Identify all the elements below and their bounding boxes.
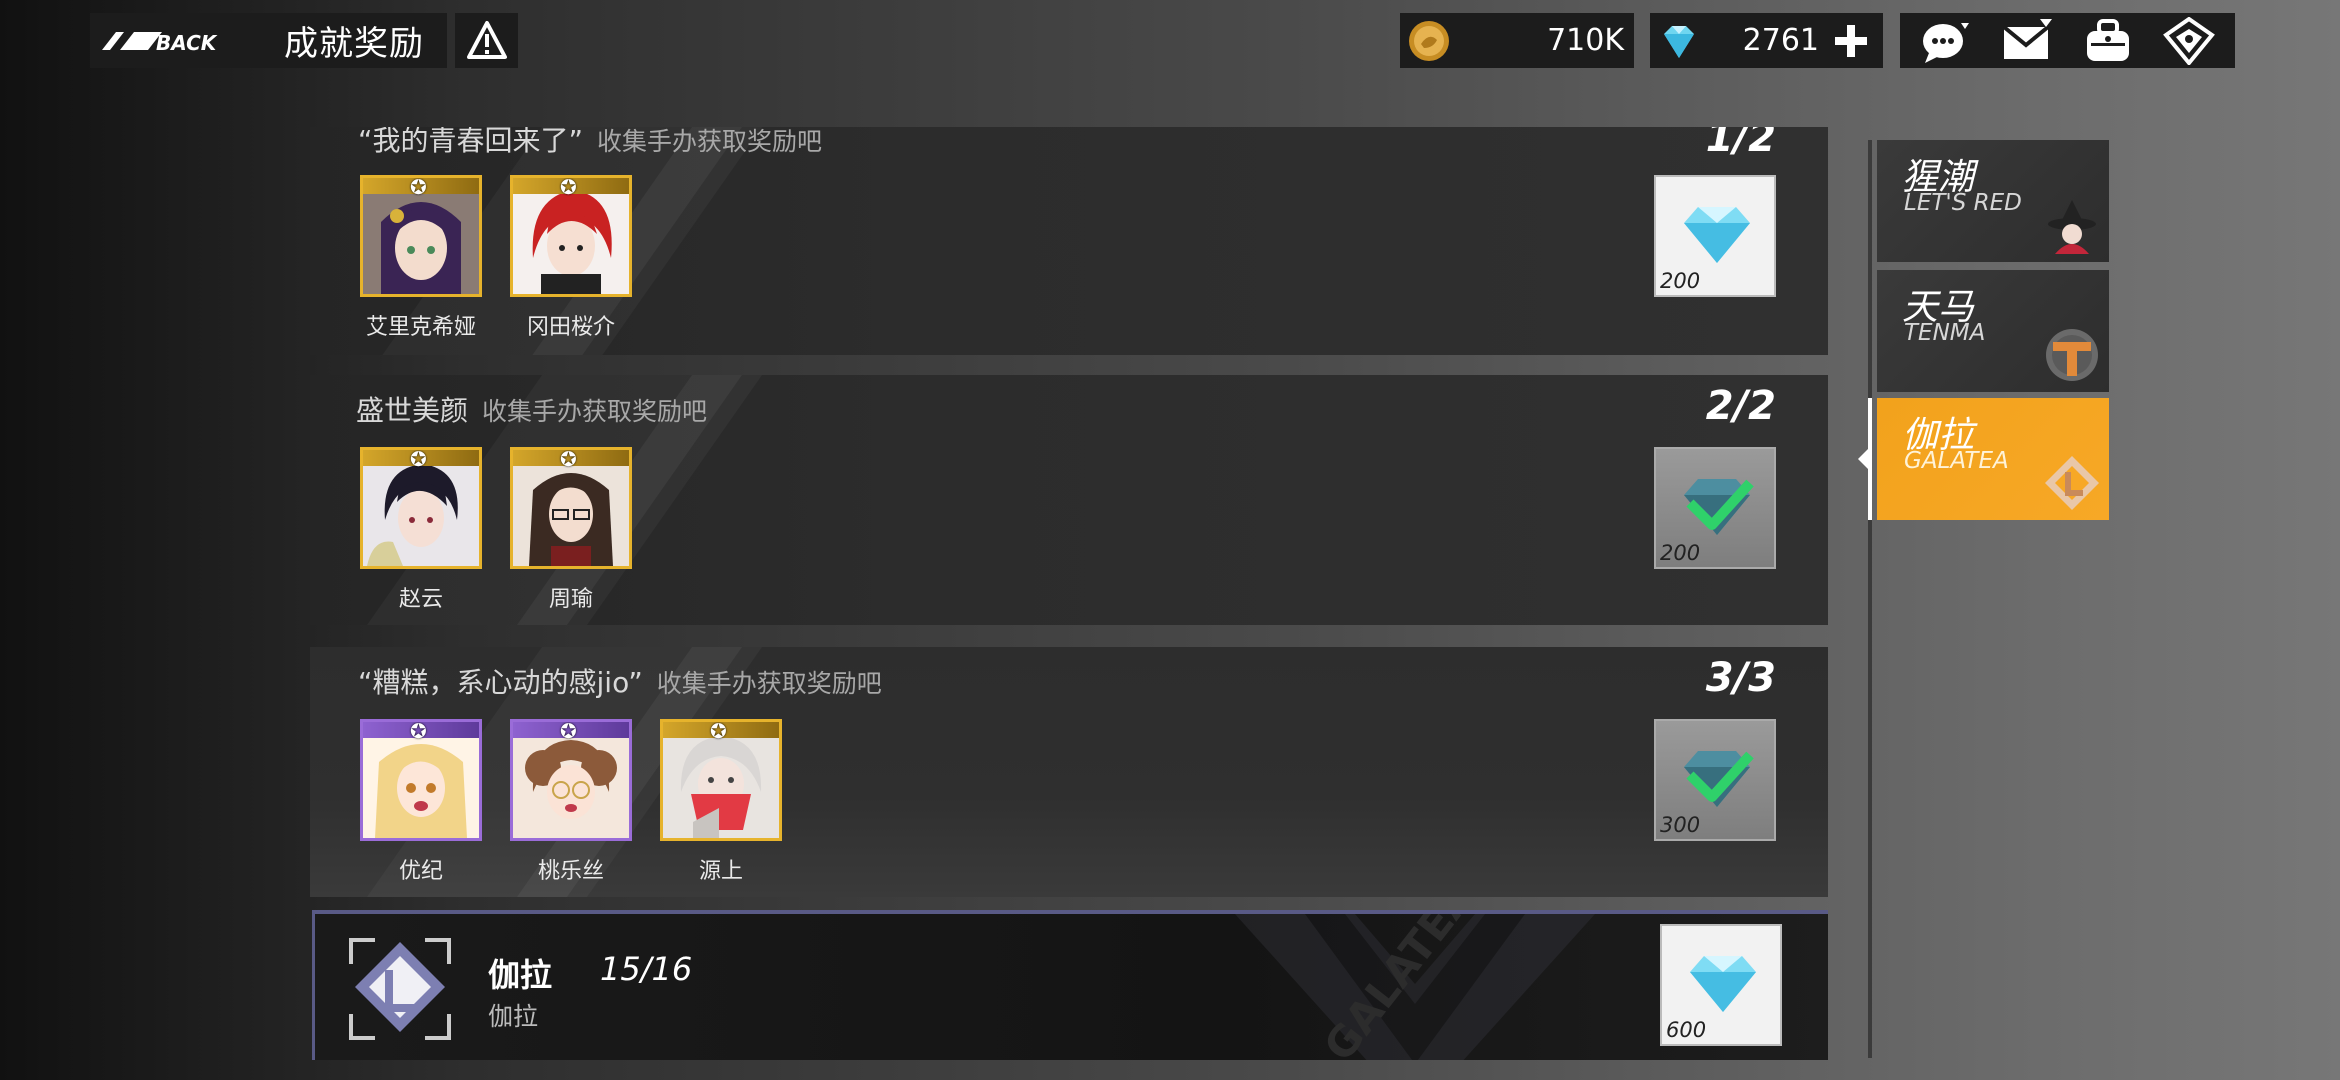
card-title: “我的青春回来了” 收集手办获取奖励吧 — [358, 127, 823, 157]
achievement-card: “糟糕，系心动的感jio” 收集手办获取奖励吧 3/3 ✪ 优纪 ✪ 桃乐丝 ✪… — [310, 647, 1828, 897]
gold-coin-icon — [1409, 20, 1449, 61]
figure-item[interactable]: ✪ 冈田桜介 — [510, 175, 632, 341]
series-subtitle: 伽拉 — [488, 1002, 539, 1031]
figure-portrait: ✪ — [360, 719, 482, 841]
star-icon: ✪ — [710, 719, 727, 743]
reward-box-claimed[interactable]: 200 — [1654, 447, 1776, 569]
gold-currency: 710K — [1400, 13, 1634, 68]
galatea-logo-icon — [2045, 456, 2099, 510]
reward-box[interactable]: 200 — [1654, 175, 1776, 297]
chat-icon[interactable] — [1919, 17, 1973, 65]
star-icon: ✪ — [410, 719, 427, 743]
tab-tenma[interactable]: 天马 TENMA — [1877, 270, 2109, 392]
action-bar — [1900, 13, 2235, 68]
figure-name: 赵云 — [398, 587, 443, 612]
reward-box-claimed[interactable]: 300 — [1654, 719, 1776, 841]
figure-item[interactable]: ✪ 赵云 — [360, 447, 482, 613]
reward-amount: 200 — [1660, 541, 1701, 565]
tab-label-en: TENMA — [1904, 320, 1986, 346]
topbar-left: BACK 成就奖励 — [90, 13, 518, 68]
figure-portrait: ✪ — [360, 447, 482, 569]
star-icon: ✪ — [410, 175, 427, 199]
figure-row: ✪ 艾里克希娅 ✪ 冈田桜介 — [360, 175, 632, 341]
gem-value: 2761 — [1742, 23, 1819, 58]
reward-amount: 600 — [1666, 1018, 1707, 1042]
tenma-logo-icon — [2046, 329, 2098, 381]
tab-rail — [1868, 140, 1872, 1058]
mail-icon[interactable] — [2000, 17, 2054, 65]
card-progress: 3/3 — [1705, 655, 1776, 701]
figure-portrait: ✪ — [510, 175, 632, 297]
rank-icon[interactable] — [2162, 16, 2216, 65]
series-progress: 15/16 — [600, 950, 693, 988]
achievement-card: 盛世美颜 收集手办获取奖励吧 2/2 ✪ 赵云 ✪ 周瑜 200 — [310, 375, 1828, 625]
gold-value: 710K — [1547, 23, 1624, 58]
back-logo-icon: BACK — [102, 31, 218, 55]
tab-pointer-icon — [1858, 448, 1869, 470]
claimed-check-icon — [1684, 751, 1754, 807]
figure-name: 桃乐丝 — [537, 859, 604, 884]
card-title: “糟糕，系心动的感jio” 收集手办获取奖励吧 — [358, 666, 882, 699]
figure-item[interactable]: ✪ 源上 — [660, 719, 782, 885]
tab-label-en: GALATEA — [1904, 448, 2009, 474]
tab-label-en: LET'S RED — [1904, 190, 2022, 216]
galatea-watermark: GALATEA — [1235, 914, 1595, 1060]
figure-portrait: ✪ — [360, 175, 482, 297]
info-button[interactable] — [455, 13, 518, 68]
figure-item[interactable]: ✪ 优纪 — [360, 719, 482, 885]
figure-name: 源上 — [698, 859, 743, 884]
figure-portrait: ✪ — [510, 447, 632, 569]
series-reward-box[interactable]: 600 — [1660, 924, 1782, 1046]
card-progress: 2/2 — [1705, 383, 1776, 429]
star-icon: ✪ — [560, 447, 577, 471]
reward-amount: 200 — [1660, 269, 1701, 293]
achievement-list[interactable]: “我的青春回来了” 收集手办获取奖励吧 1/2 ✪ 艾里克希娅 ✪ 冈田桜介 20… — [310, 127, 1828, 1060]
series-summary: GALATEA 伽拉 15/16 伽拉 600 — [312, 910, 1828, 1060]
svg-text:BACK: BACK — [156, 31, 218, 55]
page-title: 成就奖励 — [284, 24, 424, 64]
claimed-check-icon — [1684, 479, 1754, 535]
tab-lets-red[interactable]: 猩潮 LET'S RED — [1877, 140, 2109, 262]
figure-row: ✪ 赵云 ✪ 周瑜 — [360, 447, 632, 613]
back-button[interactable]: BACK 成就奖励 — [90, 13, 447, 68]
star-icon: ✪ — [560, 719, 577, 743]
figure-item[interactable]: ✪ 周瑜 — [510, 447, 632, 613]
figure-name: 冈田桜介 — [526, 315, 615, 340]
figure-item[interactable]: ✪ 艾里克希娅 — [360, 175, 482, 341]
figure-name: 优纪 — [398, 859, 443, 884]
tab-galatea[interactable]: 伽拉 GALATEA — [1877, 398, 2109, 520]
achievement-card: “我的青春回来了” 收集手办获取奖励吧 1/2 ✪ 艾里克希娅 ✪ 冈田桜介 20… — [310, 127, 1828, 355]
figure-portrait: ✪ — [510, 719, 632, 841]
plus-icon[interactable] — [1829, 19, 1873, 63]
galatea-emblem-icon — [349, 938, 451, 1040]
diamond-icon — [1690, 956, 1756, 1012]
gem-currency: 2761 — [1650, 13, 1883, 68]
diamond-icon — [1664, 25, 1694, 58]
card-progress: 1/2 — [1705, 127, 1776, 161]
figure-name: 艾里克希娅 — [365, 315, 476, 340]
figure-name: 周瑜 — [548, 587, 593, 612]
figure-item[interactable]: ✪ 桃乐丝 — [510, 719, 632, 885]
reward-amount: 300 — [1660, 813, 1701, 837]
diamond-icon — [1684, 207, 1750, 263]
witch-icon — [2048, 200, 2096, 254]
star-icon: ✪ — [410, 447, 427, 471]
series-name: 伽拉 — [488, 956, 553, 994]
figure-portrait: ✪ — [660, 719, 782, 841]
star-icon: ✪ — [560, 175, 577, 199]
warning-icon — [466, 20, 507, 59]
card-title: 盛世美颜 收集手办获取奖励吧 — [356, 394, 708, 427]
figure-row: ✪ 优纪 ✪ 桃乐丝 ✪ 源上 — [360, 719, 782, 885]
bag-icon[interactable] — [2081, 17, 2135, 65]
